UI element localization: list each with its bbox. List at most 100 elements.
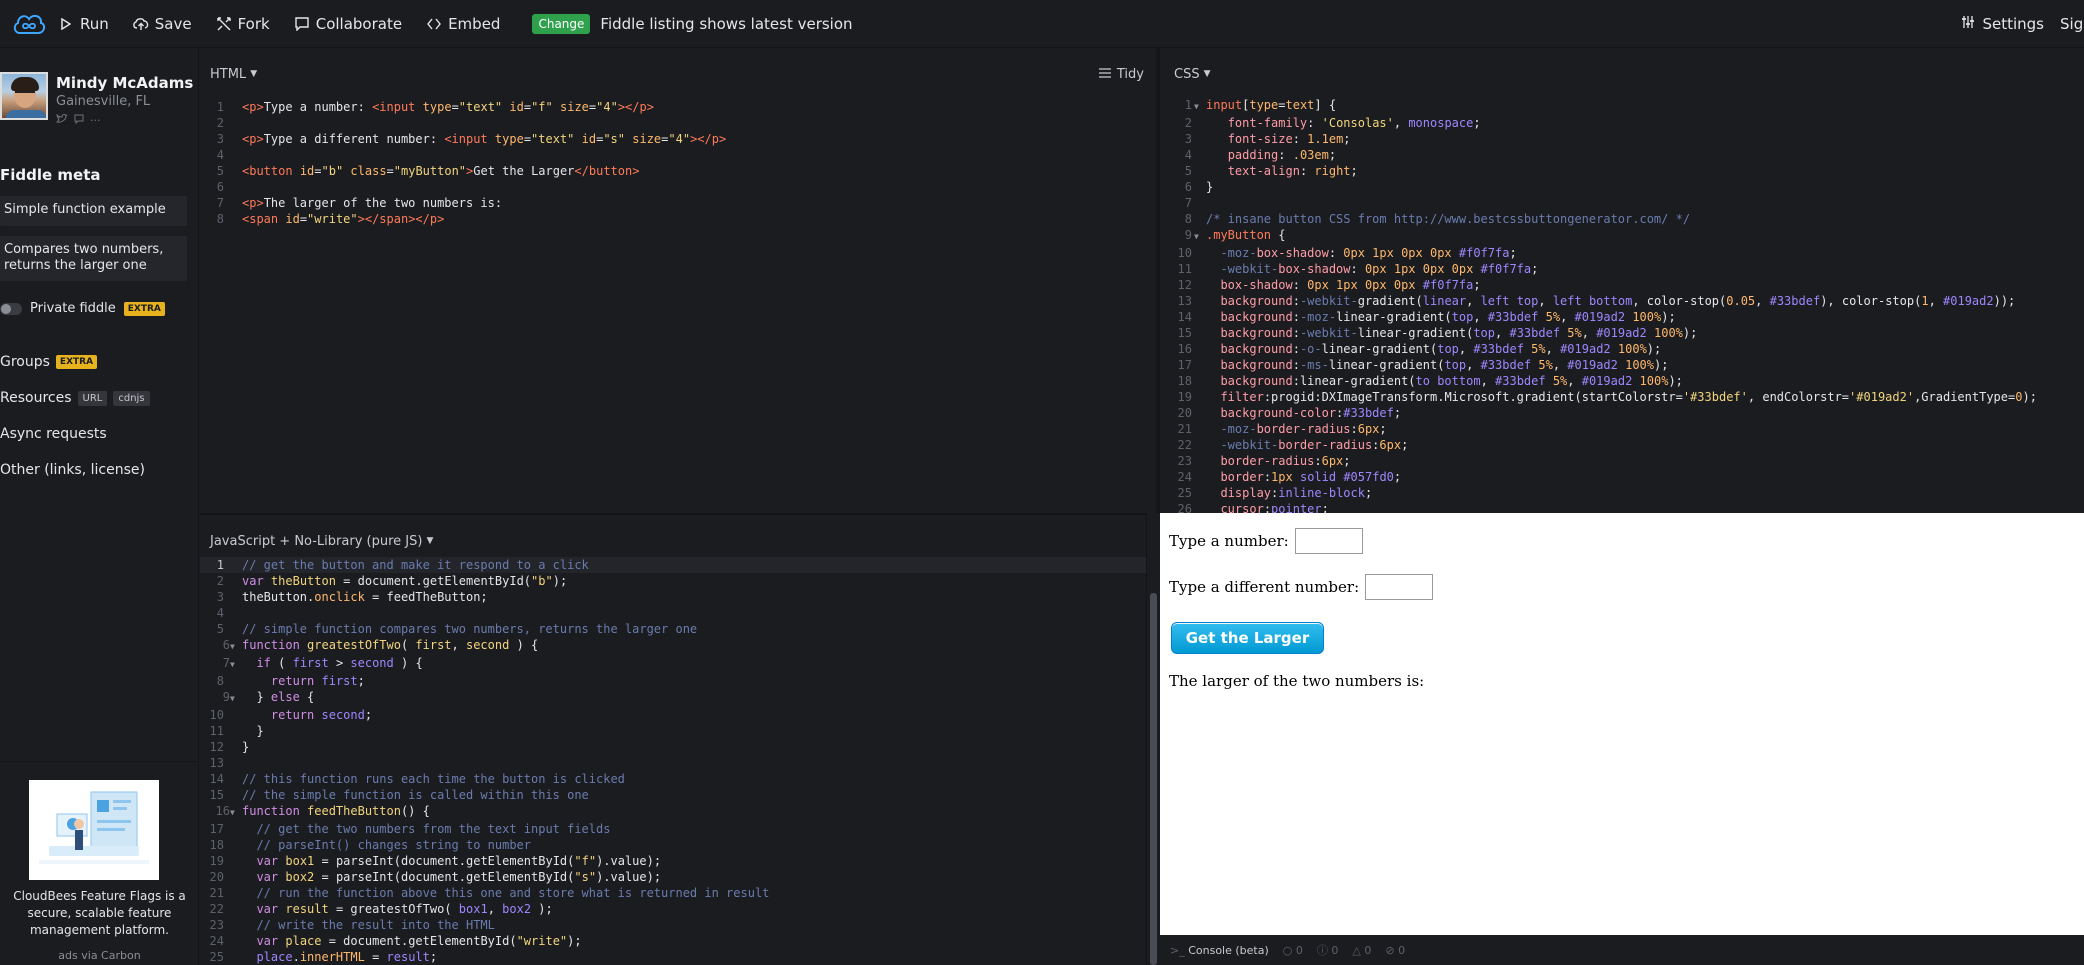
run-button[interactable]: Run xyxy=(58,15,109,33)
ad-text[interactable]: CloudBees Feature Flags is a secure, sca… xyxy=(8,888,191,939)
code-line: 20 background-color:#33bdef; xyxy=(1177,406,1402,420)
carbon-ad[interactable]: CloudBees Feature Flags is a secure, sca… xyxy=(0,761,199,965)
other-links-link[interactable]: Other (links, license) xyxy=(0,462,145,478)
css-panel: CSS ▼ 1 ▼ input[type=text] {2 font-family: … xyxy=(1164,48,2084,516)
resources-link[interactable]: Resources URL cdnjs xyxy=(0,390,150,406)
code-line: 7▼ if ( first > second ) { xyxy=(222,656,423,670)
css-panel-title: CSS xyxy=(1174,66,1200,82)
chat-bubble-icon xyxy=(294,16,310,32)
url-chip[interactable]: URL xyxy=(77,390,108,406)
code-brackets-icon xyxy=(426,16,442,32)
get-the-larger-button[interactable]: Get the Larger xyxy=(1171,622,1324,654)
scrollbar-thumb[interactable] xyxy=(1150,593,1157,965)
code-line: 8 <span id="write"></span></p> xyxy=(216,212,445,226)
html-editor[interactable]: 1 <p>Type a number: <input type="text" id… xyxy=(200,99,1156,227)
code-line: 5 text-align: right; xyxy=(1184,164,1358,178)
html-panel-header[interactable]: HTML ▼ xyxy=(200,48,1156,100)
error-icon: ⊘ xyxy=(1385,943,1395,957)
embed-button[interactable]: Embed xyxy=(426,15,500,33)
private-label: Private fiddle xyxy=(30,301,116,316)
code-line: 5// simple function compares two numbers… xyxy=(216,622,698,636)
code-line: 12 box-shadow: 0px 1px 0px 0px #f0f7fa; xyxy=(1177,278,1481,292)
code-line: 4 xyxy=(216,148,224,162)
ad-image[interactable] xyxy=(29,780,159,880)
code-line: 21 // run the function above this one an… xyxy=(209,886,770,900)
groups-link[interactable]: Groups EXTRA xyxy=(0,354,98,370)
embed-label: Embed xyxy=(448,14,501,33)
profile-links: ··· xyxy=(56,113,101,127)
resources-label: Resources xyxy=(0,390,72,406)
sliders-icon xyxy=(1961,15,1975,33)
code-line: 19 filter:progid:DXImageTransform.Micros… xyxy=(1177,390,2037,404)
code-line: 9 ▼ .myButton { xyxy=(1184,228,1286,242)
first-number-input[interactable] xyxy=(1294,528,1363,554)
console-label-group: >_ Console (beta) xyxy=(1170,944,1269,957)
profile-block: Mindy McAdams Gainesville, FL ··· xyxy=(0,72,199,172)
js-panel: JavaScript + No-Library (pure JS) ▼ 1// g… xyxy=(200,513,1146,965)
js-editor[interactable]: 1// get the button and make it respond t… xyxy=(200,557,1146,965)
code-line: 6 xyxy=(216,180,224,194)
code-line: 1// get the button and make it respond t… xyxy=(200,557,1146,573)
code-line: 4 padding: .03em; xyxy=(1184,148,1337,162)
collaborate-label: Collaborate xyxy=(315,14,403,33)
async-requests-link[interactable]: Async requests xyxy=(0,426,107,442)
code-line: 8 return first; xyxy=(216,674,365,688)
ads-via-carbon[interactable]: ads via Carbon xyxy=(0,949,199,962)
larger-result-text: The larger of the two numbers is: xyxy=(1169,672,1425,690)
code-line: 22 -webkit-border-radius:6px; xyxy=(1177,438,1409,452)
fiddle-title-field[interactable]: Simple function example xyxy=(0,196,187,226)
private-fiddle-row[interactable]: Private fiddle EXTRA xyxy=(0,301,165,316)
code-line: 2 xyxy=(216,116,224,130)
css-editor[interactable]: 1 ▼ input[type=text] {2 font-family: 'Cons… xyxy=(1164,97,2084,517)
css-panel-header[interactable]: CSS ▼ xyxy=(1164,48,2084,100)
more-icon[interactable]: ··· xyxy=(90,114,101,127)
cdnjs-chip[interactable]: cdnjs xyxy=(113,390,150,406)
save-button[interactable]: Save xyxy=(132,14,192,33)
fork-button[interactable]: Fork xyxy=(216,15,270,33)
code-line: 24 border:1px solid #057fd0; xyxy=(1177,470,1402,484)
collaborate-button[interactable]: Collaborate xyxy=(294,15,402,33)
console-warning-count: △ 0 xyxy=(1352,944,1371,957)
code-line: 16 background:-o-linear-gradient(top, #3… xyxy=(1177,342,1662,356)
groups-label: Groups xyxy=(0,354,50,370)
settings-button[interactable]: Settings xyxy=(1961,15,2044,33)
code-line: 1 <p>Type a number: <input type="text" id… xyxy=(216,100,654,114)
js-scrollbar[interactable] xyxy=(1146,513,1160,965)
result-frame: Type a number: Type a different number: … xyxy=(1160,513,2084,935)
html-panel-title: HTML xyxy=(210,66,247,82)
console-bar[interactable]: >_ Console (beta) ○ 0 ⓘ 0 △ 0 ⊘ 0 xyxy=(1160,935,2084,965)
save-label: Save xyxy=(154,14,192,33)
sign-in-link[interactable]: Sign in xyxy=(2060,15,2084,33)
console-log-count: ○ 0 xyxy=(1283,944,1303,957)
private-toggle[interactable] xyxy=(0,302,22,315)
extra-badge: EXTRA xyxy=(123,301,165,316)
terminal-icon: >_ xyxy=(1170,943,1185,957)
code-line: 4 xyxy=(216,606,224,620)
code-line: 2 var theButton = document.getElementById… xyxy=(216,574,568,588)
caret-down-icon: ▼ xyxy=(1203,69,1211,79)
fiddle-meta-heading: Fiddle meta xyxy=(0,166,101,184)
code-line: 20 var box2 = parseInt(document.getEleme… xyxy=(209,870,662,884)
user-name[interactable]: Mindy McAdams xyxy=(56,74,193,92)
code-line: 15// the simple function is called withi… xyxy=(209,788,589,802)
tidy-button[interactable]: Tidy xyxy=(1098,48,1144,100)
code-line: 25 display:inline-block; xyxy=(1177,486,1373,500)
error-count: 0 xyxy=(1398,943,1406,957)
code-line: 17 background:-ms-linear-gradient(top, #… xyxy=(1177,358,1669,372)
twitter-icon[interactable] xyxy=(56,113,68,127)
code-line: 17 // get the two numbers from the text … xyxy=(209,822,611,836)
chat-icon[interactable] xyxy=(74,114,84,127)
top-toolbar: Run Save Fork Collaborate Embed Change F… xyxy=(0,0,2084,48)
code-line: 3 theButton.onclick = feedTheButton; xyxy=(216,590,488,604)
code-line: 15 background:-webkit-linear-gradient(to… xyxy=(1177,326,1698,340)
fiddle-description-field[interactable]: Compares two numbers, returns the larger… xyxy=(0,236,187,281)
code-line: 13 background:-webkit-gradient(linear, l… xyxy=(1177,294,2016,308)
avatar[interactable] xyxy=(0,72,48,120)
warning-icon: △ xyxy=(1352,943,1361,957)
first-number-label: Type a number: xyxy=(1169,532,1289,550)
first-number-row: Type a number: xyxy=(1169,528,1363,554)
jsfiddle-logo[interactable] xyxy=(0,0,58,48)
code-line: 11 } xyxy=(209,724,264,738)
change-badge: Change xyxy=(532,13,591,34)
second-number-input[interactable] xyxy=(1365,574,1434,600)
